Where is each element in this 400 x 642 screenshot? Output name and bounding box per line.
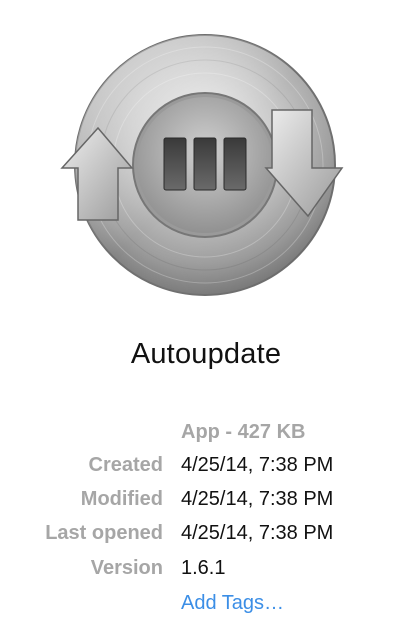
info-row-version: Version 1.6.1 — [0, 557, 400, 587]
kind-and-size: App - 427 KB — [181, 421, 306, 443]
created-label: Created — [88, 454, 163, 476]
last-opened-label: Last opened — [45, 522, 163, 544]
modified-value: 4/25/14, 7:38 PM — [181, 488, 334, 510]
version-value: 1.6.1 — [181, 557, 226, 579]
version-label: Version — [90, 557, 163, 579]
autoupdate-icon — [60, 20, 350, 310]
info-row-modified: Modified 4/25/14, 7:38 PM — [0, 488, 400, 518]
app-name: Autoupdate — [130, 338, 282, 370]
modified-label: Modified — [80, 488, 163, 510]
add-tags-link[interactable]: Add Tags… — [181, 592, 284, 615]
last-opened-value: 4/25/14, 7:38 PM — [181, 522, 334, 544]
created-value: 4/25/14, 7:38 PM — [181, 454, 334, 476]
info-row-created: Created 4/25/14, 7:38 PM — [0, 454, 400, 484]
info-row-last-opened: Last opened 4/25/14, 7:38 PM — [0, 522, 400, 552]
